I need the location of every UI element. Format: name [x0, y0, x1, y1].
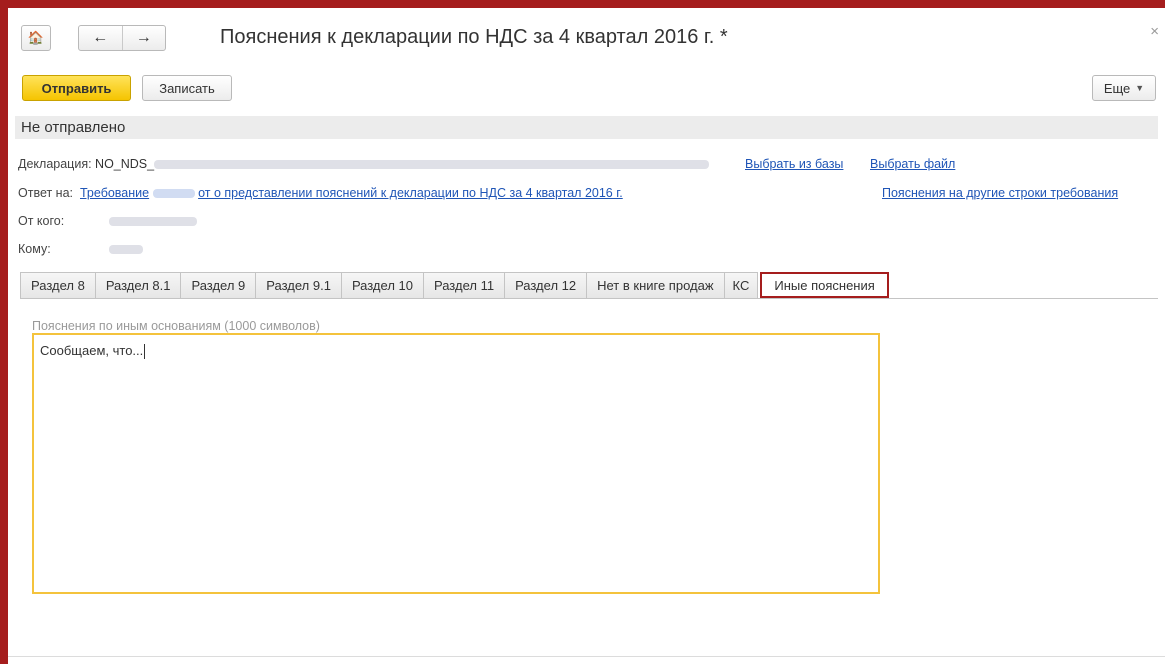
- declaration-value-redacted: [154, 160, 710, 170]
- from-row: От кого:: [18, 214, 198, 228]
- explanations-text: Сообщаем, что...: [40, 343, 144, 358]
- tab-section-9[interactable]: Раздел 9: [180, 272, 257, 298]
- tab-section-8[interactable]: Раздел 8: [20, 272, 96, 298]
- status-bar: Не отправлено: [15, 116, 1158, 139]
- status-text: Не отправлено: [21, 119, 126, 136]
- bottom-divider: [8, 656, 1165, 657]
- send-button[interactable]: Отправить: [22, 75, 131, 101]
- chevron-down-icon: ▼: [1135, 83, 1145, 93]
- tab-ks[interactable]: КС: [723, 272, 759, 298]
- tab-other-explanations[interactable]: Иные пояснения: [760, 272, 889, 298]
- back-arrow-icon[interactable]: ←: [79, 26, 122, 50]
- explanations-textarea[interactable]: Сообщаем, что...: [32, 333, 880, 594]
- tab-not-in-sales-book[interactable]: Нет в книге продаж: [586, 272, 725, 298]
- tab-divider: [20, 298, 1158, 299]
- tab-section-9-1[interactable]: Раздел 9.1: [255, 272, 342, 298]
- tab-section-12[interactable]: Раздел 12: [504, 272, 588, 298]
- close-icon[interactable]: ×: [1150, 23, 1159, 40]
- requirement-link-detail[interactable]: от о представлении пояснений к деклараци…: [198, 186, 623, 200]
- from-value-redacted: [109, 217, 198, 227]
- more-button-label: Еще: [1103, 80, 1131, 96]
- declaration-row: Декларация: NO_NDS_: [18, 157, 710, 171]
- declaration-label: Декларация:: [18, 157, 92, 171]
- tab-section-11[interactable]: Раздел 11: [422, 272, 506, 298]
- reply-to-link[interactable]: Требование от о представлении пояснений …: [80, 186, 623, 200]
- page-title: Пояснения к декларации по НДС за 4 кварт…: [220, 26, 728, 48]
- to-value-redacted: [109, 245, 144, 255]
- from-label: От кого:: [18, 214, 65, 228]
- select-file-link[interactable]: Выбрать файл: [870, 157, 955, 171]
- navigation-buttons: ← →: [78, 25, 166, 51]
- tab-section-8-1[interactable]: Раздел 8.1: [94, 272, 182, 298]
- reply-to-label: Ответ на:: [18, 186, 74, 200]
- requirement-number-redacted: [152, 189, 195, 199]
- tab-bar: Раздел 8 Раздел 8.1 Раздел 9 Раздел 9.1 …: [20, 272, 889, 298]
- home-icon: 🏠: [27, 30, 45, 45]
- more-menu-button[interactable]: Еще ▼: [1092, 75, 1156, 101]
- save-button[interactable]: Записать: [142, 75, 232, 101]
- home-button[interactable]: 🏠: [21, 25, 51, 51]
- to-row: Кому:: [18, 242, 144, 256]
- tab-section-10[interactable]: Раздел 10: [340, 272, 424, 298]
- forward-arrow-icon[interactable]: →: [121, 26, 166, 50]
- form-window: 🏠 ← → Пояснения к декларации по НДС за 4…: [8, 8, 1165, 664]
- declaration-value: NO_NDS_: [95, 157, 155, 171]
- to-label: Кому:: [18, 242, 51, 256]
- explanations-caption: Пояснения по иным основаниям (1000 симво…: [32, 319, 320, 333]
- text-caret: [144, 344, 146, 360]
- reply-to-row: Ответ на:: [18, 186, 80, 200]
- other-lines-link[interactable]: Пояснения на другие строки требования: [882, 186, 1118, 200]
- select-from-base-link[interactable]: Выбрать из базы: [745, 157, 843, 171]
- requirement-link-text[interactable]: Требование: [80, 186, 149, 200]
